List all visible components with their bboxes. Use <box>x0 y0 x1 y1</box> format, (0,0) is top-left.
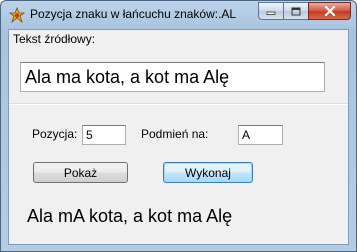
application-window: Pozycja znaku w łańcuchu znaków:.AL Teks… <box>0 0 357 252</box>
source-text-input[interactable] <box>20 62 325 92</box>
replace-label: Podmień na: <box>141 127 209 141</box>
close-icon <box>324 6 335 16</box>
minimize-icon <box>266 11 276 15</box>
position-input[interactable] <box>82 125 126 145</box>
source-label: Tekst źródłowy: <box>13 32 96 46</box>
replace-input[interactable] <box>238 125 283 145</box>
maximize-button[interactable] <box>283 2 308 20</box>
close-button[interactable] <box>308 2 351 20</box>
window-title: Pozycja znaku w łańcuchu znaków:.AL <box>30 7 237 21</box>
position-label: Pozycja: <box>32 127 78 141</box>
result-text: Ala mA kota, a kot ma Alę <box>27 206 233 226</box>
caption-buttons <box>258 2 351 21</box>
title-bar[interactable]: Pozycja znaku w łańcuchu znaków:.AL <box>1 1 356 29</box>
client-area: Tekst źródłowy: Pozycja: Podmień na: Pok… <box>8 29 349 245</box>
app-icon <box>8 6 26 24</box>
separator <box>9 103 348 105</box>
maximize-icon <box>291 7 301 15</box>
minimize-button[interactable] <box>258 2 283 20</box>
show-button[interactable]: Pokaż <box>33 162 128 183</box>
execute-button[interactable]: Wykonaj <box>163 162 253 183</box>
